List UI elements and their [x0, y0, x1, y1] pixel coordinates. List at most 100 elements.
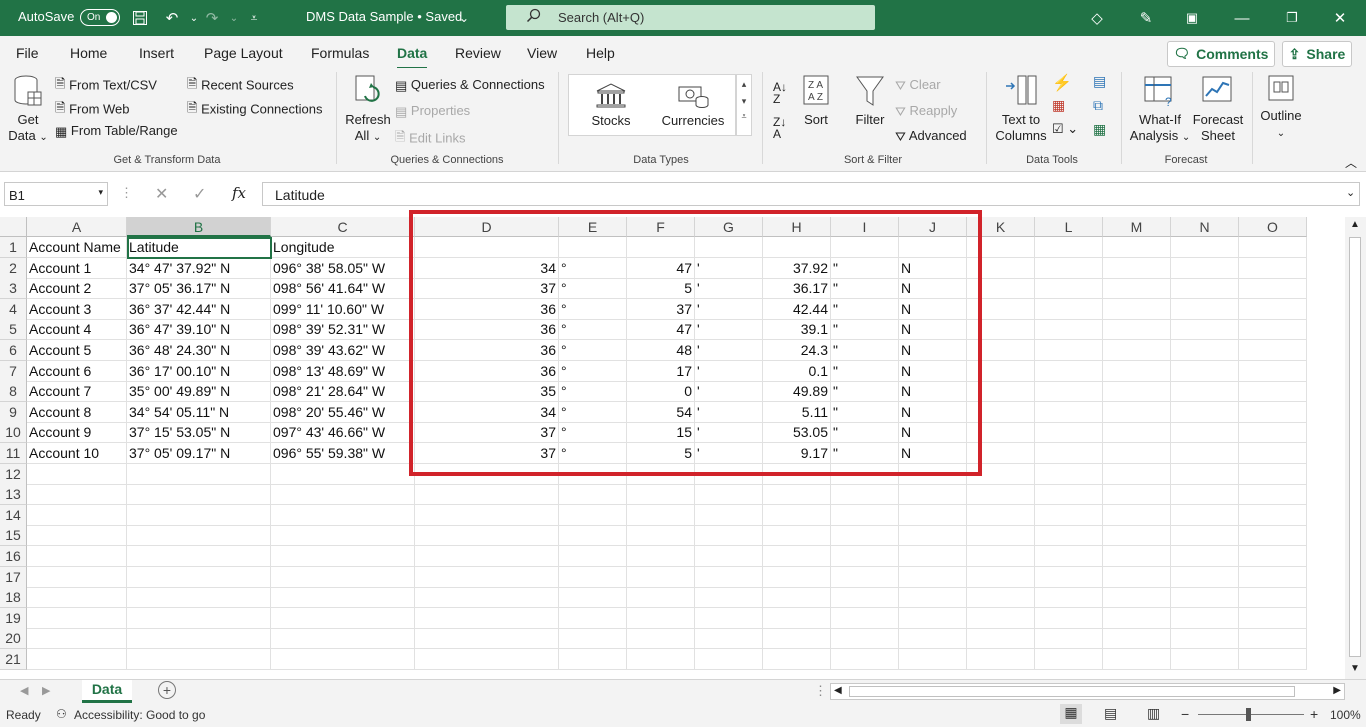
cell-i15[interactable] [831, 525, 899, 547]
cell-i10[interactable]: " [831, 422, 899, 444]
cell-l20[interactable] [1035, 628, 1103, 650]
cell-a21[interactable] [27, 649, 127, 670]
cell-b18[interactable] [127, 587, 271, 609]
cell-c16[interactable] [271, 546, 415, 567]
column-header-g[interactable]: G [695, 217, 763, 237]
cell-e11[interactable]: ° [559, 443, 627, 464]
column-header-m[interactable]: M [1103, 217, 1171, 237]
column-header-j[interactable]: J [899, 217, 967, 237]
cell-o18[interactable] [1239, 587, 1307, 609]
data-validation-icon[interactable]: ☑ ⌄ [1052, 121, 1078, 137]
cell-a4[interactable]: Account 3 [27, 298, 127, 320]
data-types-scroller[interactable]: ▴ ▾ ⩡ [736, 74, 752, 136]
insert-function-icon[interactable]: fx [232, 184, 246, 202]
row-header-3[interactable]: 3 [0, 278, 27, 300]
cell-f7[interactable]: 17 [627, 360, 695, 382]
cell-e16[interactable] [559, 546, 627, 567]
minimize-icon[interactable]: — [1232, 8, 1252, 28]
cell-b21[interactable] [127, 649, 271, 670]
cell-n5[interactable] [1171, 319, 1239, 341]
cell-e21[interactable] [559, 649, 627, 670]
existing-connections-button[interactable]: 🗎 Existing Connections [187, 99, 322, 121]
cell-c6[interactable]: 098° 39' 43.62" W [271, 340, 415, 361]
cell-c11[interactable]: 096° 55' 59.38" W [271, 443, 415, 464]
cell-k11[interactable] [967, 443, 1035, 464]
cell-g5[interactable]: ' [695, 319, 763, 341]
properties-button[interactable]: ▤ Properties [395, 103, 470, 120]
cell-o8[interactable] [1239, 381, 1307, 403]
cell-i2[interactable]: " [831, 257, 899, 279]
cell-d1[interactable] [415, 237, 559, 258]
flash-fill-icon[interactable]: ⚡ [1052, 73, 1072, 93]
redo-dropdown-icon[interactable]: ⌄ [224, 8, 244, 28]
cell-h9[interactable]: 5.11 [763, 401, 831, 423]
edit-links-button[interactable]: 🗎 Edit Links [395, 128, 465, 150]
page-layout-view-icon[interactable]: ▤ [1104, 705, 1117, 722]
cell-o13[interactable] [1239, 484, 1307, 506]
cell-e7[interactable]: ° [559, 360, 627, 382]
cell-i4[interactable]: " [831, 298, 899, 320]
cell-l7[interactable] [1035, 360, 1103, 382]
cell-e13[interactable] [559, 484, 627, 506]
undo-dropdown-icon[interactable]: ⌄ [184, 8, 204, 28]
cell-b1[interactable]: Latitude [127, 237, 271, 258]
cell-c10[interactable]: 097° 43' 46.66" W [271, 422, 415, 444]
cell-j13[interactable] [899, 484, 967, 506]
cell-l15[interactable] [1035, 525, 1103, 547]
cell-a5[interactable]: Account 4 [27, 319, 127, 341]
cell-i7[interactable]: " [831, 360, 899, 382]
cell-f18[interactable] [627, 587, 695, 609]
cell-c21[interactable] [271, 649, 415, 670]
cell-d6[interactable]: 36 [415, 340, 559, 361]
add-sheet-icon[interactable]: + [158, 681, 176, 699]
cell-d20[interactable] [415, 628, 559, 650]
premium-diamond-icon[interactable]: ◇ [1087, 8, 1107, 28]
cell-n14[interactable] [1171, 504, 1239, 526]
cell-g19[interactable] [695, 607, 763, 629]
row-header-9[interactable]: 9 [0, 401, 27, 423]
row-header-18[interactable]: 18 [0, 587, 27, 609]
cell-h3[interactable]: 36.17 [763, 278, 831, 300]
row-header-1[interactable]: 1 [0, 237, 27, 258]
cell-l21[interactable] [1035, 649, 1103, 670]
cell-b9[interactable]: 34° 54' 05.11" N [127, 401, 271, 423]
cell-o20[interactable] [1239, 628, 1307, 650]
cell-h6[interactable]: 24.3 [763, 340, 831, 361]
cell-e20[interactable] [559, 628, 627, 650]
cell-h20[interactable] [763, 628, 831, 650]
cell-h5[interactable]: 39.1 [763, 319, 831, 341]
column-header-e[interactable]: E [559, 217, 627, 237]
cell-n4[interactable] [1171, 298, 1239, 320]
cell-a2[interactable]: Account 1 [27, 257, 127, 279]
cell-f2[interactable]: 47 [627, 257, 695, 279]
cell-d10[interactable]: 37 [415, 422, 559, 444]
cell-l8[interactable] [1035, 381, 1103, 403]
cell-m19[interactable] [1103, 607, 1171, 629]
cell-n2[interactable] [1171, 257, 1239, 279]
cell-l3[interactable] [1035, 278, 1103, 300]
cell-g9[interactable]: ' [695, 401, 763, 423]
cell-b2[interactable]: 34° 47' 37.92" N [127, 257, 271, 279]
cell-b14[interactable] [127, 504, 271, 526]
column-header-a[interactable]: A [27, 217, 127, 237]
cell-g10[interactable]: ' [695, 422, 763, 444]
cell-b3[interactable]: 37° 05' 36.17" N [127, 278, 271, 300]
refresh-all-button[interactable]: Refresh All ⌄ [344, 74, 392, 146]
cell-m10[interactable] [1103, 422, 1171, 444]
cell-g3[interactable]: ' [695, 278, 763, 300]
row-header-7[interactable]: 7 [0, 360, 27, 382]
cancel-entry-icon[interactable]: ✕ [155, 184, 168, 204]
cell-n15[interactable] [1171, 525, 1239, 547]
cell-o1[interactable] [1239, 237, 1307, 258]
cell-i12[interactable] [831, 463, 899, 485]
row-header-21[interactable]: 21 [0, 649, 27, 670]
outline-button[interactable]: Outline ⌄ [1258, 74, 1304, 142]
cell-o2[interactable] [1239, 257, 1307, 279]
cell-c12[interactable] [271, 463, 415, 485]
cell-m17[interactable] [1103, 566, 1171, 588]
cell-f1[interactable] [627, 237, 695, 258]
zoom-in-icon[interactable]: + [1310, 706, 1318, 722]
cell-k4[interactable] [967, 298, 1035, 320]
cell-c8[interactable]: 098° 21' 28.64" W [271, 381, 415, 403]
column-header-c[interactable]: C [271, 217, 415, 237]
